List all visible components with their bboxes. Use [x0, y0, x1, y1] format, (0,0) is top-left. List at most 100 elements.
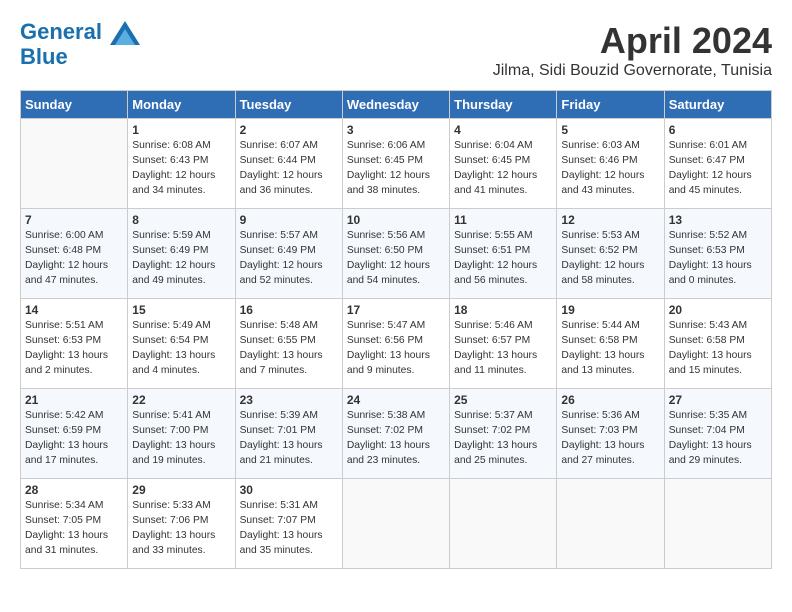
- day-info: Sunrise: 6:00 AM Sunset: 6:48 PM Dayligh…: [25, 229, 123, 289]
- day-number: 2: [240, 123, 338, 137]
- calendar-cell: 14 Sunrise: 5:51 AM Sunset: 6:53 PM Dayli…: [21, 299, 128, 389]
- day-number: 11: [454, 213, 552, 227]
- location-title: Jilma, Sidi Bouzid Governorate, Tunisia: [493, 62, 772, 80]
- day-number: 16: [240, 303, 338, 317]
- calendar-cell: 8 Sunrise: 5:59 AM Sunset: 6:49 PM Daylig…: [128, 209, 235, 299]
- calendar-cell: 30 Sunrise: 5:31 AM Sunset: 7:07 PM Dayli…: [235, 479, 342, 569]
- day-info: Sunrise: 6:06 AM Sunset: 6:45 PM Dayligh…: [347, 139, 445, 199]
- day-number: 9: [240, 213, 338, 227]
- day-info: Sunrise: 5:51 AM Sunset: 6:53 PM Dayligh…: [25, 319, 123, 379]
- weekday-header: Wednesday: [342, 91, 449, 119]
- calendar-cell: 12Sunrise: 5:53 AM Sunset: 6:52 PM Dayli…: [557, 209, 664, 299]
- day-number: 22: [132, 393, 230, 407]
- day-number: 14: [25, 303, 123, 317]
- day-info: Sunrise: 5:44 AM Sunset: 6:58 PM Dayligh…: [561, 319, 659, 379]
- calendar-week-row: 21 Sunrise: 5:42 AM Sunset: 6:59 PM Dayli…: [21, 389, 772, 479]
- calendar-cell: 25 Sunrise: 5:37 AM Sunset: 7:02 PM Dayli…: [450, 389, 557, 479]
- calendar-cell: 16 Sunrise: 5:48 AM Sunset: 6:55 PM Dayli…: [235, 299, 342, 389]
- title-block: April 2024 Jilma, Sidi Bouzid Governorat…: [493, 20, 772, 80]
- day-info: Sunrise: 5:48 AM Sunset: 6:55 PM Dayligh…: [240, 319, 338, 379]
- calendar-table: SundayMondayTuesdayWednesdayThursdayFrid…: [20, 90, 772, 569]
- calendar-cell: 6 Sunrise: 6:01 AM Sunset: 6:47 PM Daylig…: [664, 119, 771, 209]
- day-info: Sunrise: 5:59 AM Sunset: 6:49 PM Dayligh…: [132, 229, 230, 289]
- day-info: Sunrise: 6:07 AM Sunset: 6:44 PM Dayligh…: [240, 139, 338, 199]
- calendar-cell: 22 Sunrise: 5:41 AM Sunset: 7:00 PM Dayli…: [128, 389, 235, 479]
- calendar-cell: [21, 119, 128, 209]
- day-number: 29: [132, 483, 230, 497]
- calendar-cell: [557, 479, 664, 569]
- weekday-header: Saturday: [664, 91, 771, 119]
- calendar-cell: 5 Sunrise: 6:03 AM Sunset: 6:46 PM Daylig…: [557, 119, 664, 209]
- day-info: Sunrise: 5:36 AM Sunset: 7:03 PM Dayligh…: [561, 409, 659, 469]
- calendar-cell: 7 Sunrise: 6:00 AM Sunset: 6:48 PM Daylig…: [21, 209, 128, 299]
- day-info: Sunrise: 6:04 AM Sunset: 6:45 PM Dayligh…: [454, 139, 552, 199]
- day-number: 30: [240, 483, 338, 497]
- calendar-cell: 20 Sunrise: 5:43 AM Sunset: 6:58 PM Dayli…: [664, 299, 771, 389]
- day-number: 18: [454, 303, 552, 317]
- weekday-header: Thursday: [450, 91, 557, 119]
- calendar-week-row: 7 Sunrise: 6:00 AM Sunset: 6:48 PM Daylig…: [21, 209, 772, 299]
- day-info: Sunrise: 5:43 AM Sunset: 6:58 PM Dayligh…: [669, 319, 767, 379]
- calendar-cell: 19 Sunrise: 5:44 AM Sunset: 6:58 PM Dayli…: [557, 299, 664, 389]
- calendar-cell: 1Sunrise: 6:08 AM Sunset: 6:43 PM Daylig…: [128, 119, 235, 209]
- calendar-cell: 10 Sunrise: 5:56 AM Sunset: 6:50 PM Dayli…: [342, 209, 449, 299]
- calendar-cell: 11 Sunrise: 5:55 AM Sunset: 6:51 PM Dayli…: [450, 209, 557, 299]
- calendar-cell: 23 Sunrise: 5:39 AM Sunset: 7:01 PM Dayli…: [235, 389, 342, 479]
- day-info: Sunrise: 5:52 AM Sunset: 6:53 PM Dayligh…: [669, 229, 767, 289]
- calendar-cell: [664, 479, 771, 569]
- day-number: 5: [561, 123, 659, 137]
- day-info: Sunrise: 5:37 AM Sunset: 7:02 PM Dayligh…: [454, 409, 552, 469]
- day-number: 19: [561, 303, 659, 317]
- day-number: 25: [454, 393, 552, 407]
- day-info: Sunrise: 5:38 AM Sunset: 7:02 PM Dayligh…: [347, 409, 445, 469]
- calendar-cell: 15 Sunrise: 5:49 AM Sunset: 6:54 PM Dayli…: [128, 299, 235, 389]
- logo: General Blue: [20, 20, 140, 69]
- day-number: 7: [25, 213, 123, 227]
- weekday-header: Sunday: [21, 91, 128, 119]
- day-info: Sunrise: 5:31 AM Sunset: 7:07 PM Dayligh…: [240, 499, 338, 559]
- calendar-cell: 17Sunrise: 5:47 AM Sunset: 6:56 PM Dayli…: [342, 299, 449, 389]
- calendar-cell: 3 Sunrise: 6:06 AM Sunset: 6:45 PM Daylig…: [342, 119, 449, 209]
- logo-text: General Blue: [20, 20, 140, 69]
- calendar-cell: 13 Sunrise: 5:52 AM Sunset: 6:53 PM Dayli…: [664, 209, 771, 299]
- day-number: 1: [132, 123, 230, 137]
- calendar-cell: 21 Sunrise: 5:42 AM Sunset: 6:59 PM Dayli…: [21, 389, 128, 479]
- calendar-cell: [342, 479, 449, 569]
- calendar-cell: 18Sunrise: 5:46 AM Sunset: 6:57 PM Dayli…: [450, 299, 557, 389]
- day-info: Sunrise: 5:39 AM Sunset: 7:01 PM Dayligh…: [240, 409, 338, 469]
- day-info: Sunrise: 5:35 AM Sunset: 7:04 PM Dayligh…: [669, 409, 767, 469]
- day-info: Sunrise: 6:03 AM Sunset: 6:46 PM Dayligh…: [561, 139, 659, 199]
- weekday-header: Friday: [557, 91, 664, 119]
- calendar-cell: [450, 479, 557, 569]
- calendar-cell: 27Sunrise: 5:35 AM Sunset: 7:04 PM Dayli…: [664, 389, 771, 479]
- calendar-week-row: 14 Sunrise: 5:51 AM Sunset: 6:53 PM Dayli…: [21, 299, 772, 389]
- day-number: 3: [347, 123, 445, 137]
- day-number: 26: [561, 393, 659, 407]
- calendar-cell: 24Sunrise: 5:38 AM Sunset: 7:02 PM Dayli…: [342, 389, 449, 479]
- day-info: Sunrise: 5:41 AM Sunset: 7:00 PM Dayligh…: [132, 409, 230, 469]
- day-number: 15: [132, 303, 230, 317]
- calendar-cell: 9 Sunrise: 5:57 AM Sunset: 6:49 PM Daylig…: [235, 209, 342, 299]
- calendar-cell: 2 Sunrise: 6:07 AM Sunset: 6:44 PM Daylig…: [235, 119, 342, 209]
- day-info: Sunrise: 5:56 AM Sunset: 6:50 PM Dayligh…: [347, 229, 445, 289]
- weekday-header: Monday: [128, 91, 235, 119]
- day-number: 4: [454, 123, 552, 137]
- day-number: 10: [347, 213, 445, 227]
- day-info: Sunrise: 5:33 AM Sunset: 7:06 PM Dayligh…: [132, 499, 230, 559]
- day-number: 23: [240, 393, 338, 407]
- day-number: 6: [669, 123, 767, 137]
- day-number: 8: [132, 213, 230, 227]
- day-info: Sunrise: 5:34 AM Sunset: 7:05 PM Dayligh…: [25, 499, 123, 559]
- calendar-cell: 29 Sunrise: 5:33 AM Sunset: 7:06 PM Dayli…: [128, 479, 235, 569]
- day-info: Sunrise: 5:55 AM Sunset: 6:51 PM Dayligh…: [454, 229, 552, 289]
- day-info: Sunrise: 5:42 AM Sunset: 6:59 PM Dayligh…: [25, 409, 123, 469]
- day-info: Sunrise: 5:57 AM Sunset: 6:49 PM Dayligh…: [240, 229, 338, 289]
- day-info: Sunrise: 5:49 AM Sunset: 6:54 PM Dayligh…: [132, 319, 230, 379]
- day-number: 17: [347, 303, 445, 317]
- day-info: Sunrise: 6:01 AM Sunset: 6:47 PM Dayligh…: [669, 139, 767, 199]
- day-number: 13: [669, 213, 767, 227]
- day-number: 21: [25, 393, 123, 407]
- weekday-header: Tuesday: [235, 91, 342, 119]
- day-number: 28: [25, 483, 123, 497]
- day-number: 20: [669, 303, 767, 317]
